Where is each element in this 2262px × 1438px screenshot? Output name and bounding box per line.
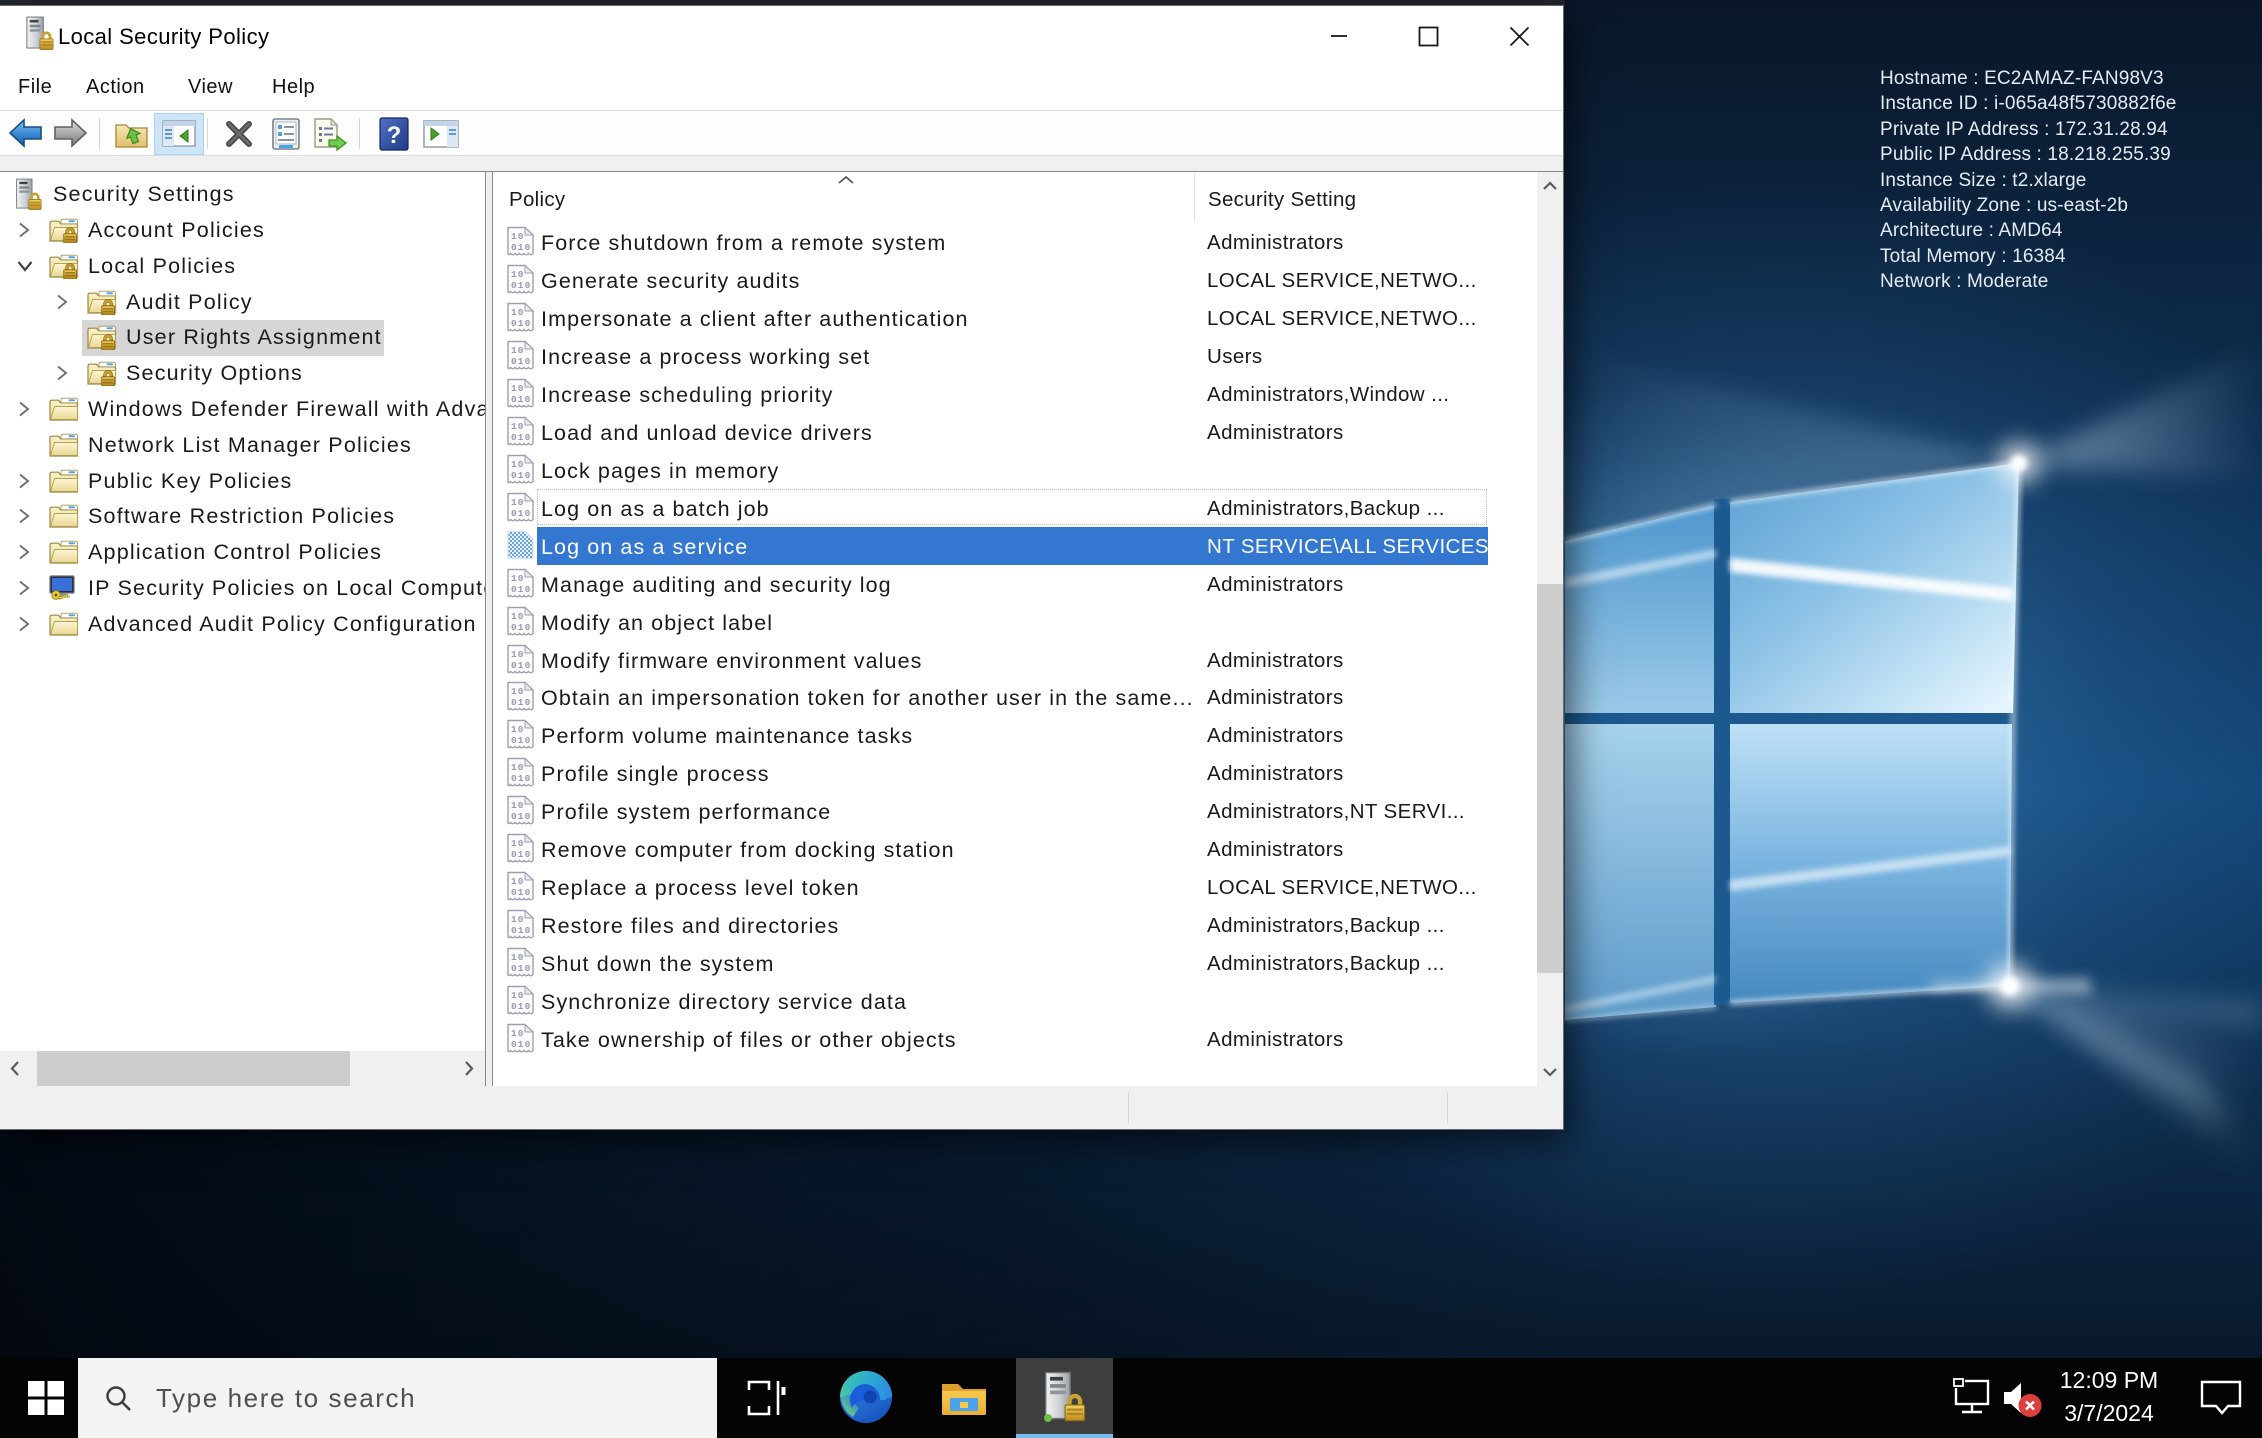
svg-text:010: 010 [511,735,531,746]
svg-text:10: 10 [511,573,525,584]
svg-text:010: 010 [511,773,531,784]
svg-text:10: 10 [511,838,525,849]
svg-text:10: 10 [511,762,525,773]
svg-text:10: 10 [511,421,525,432]
svg-text:10: 10 [511,611,525,622]
svg-text:010: 010 [511,318,531,329]
svg-text:010: 010 [511,849,531,860]
svg-text:010: 010 [511,432,531,443]
svg-text:10: 10 [511,459,525,470]
svg-text:10: 10 [511,307,525,318]
svg-text:10: 10 [511,231,525,242]
svg-text:10: 10 [511,686,525,697]
svg-text:010: 010 [511,584,531,595]
svg-text:010: 010 [511,356,531,367]
svg-text:10: 10 [511,876,525,887]
svg-text:10: 10 [511,952,525,963]
svg-text:010: 010 [511,887,531,898]
svg-text:10: 10 [511,345,525,356]
svg-text:10: 10 [511,990,525,1001]
svg-text:010: 010 [511,242,531,253]
svg-text:010: 010 [511,280,531,291]
svg-text:10: 10 [511,1028,525,1039]
svg-text:010: 010 [511,925,531,936]
svg-text:010: 010 [511,394,531,405]
svg-text:10: 10 [511,800,525,811]
svg-text:10: 10 [511,724,525,735]
svg-text:10: 10 [511,497,525,508]
svg-text:10: 10 [511,649,525,660]
svg-text:010: 010 [511,963,531,974]
svg-text:010: 010 [511,470,531,481]
svg-text:010: 010 [511,697,531,708]
svg-text:10: 10 [511,269,525,280]
svg-text:010: 010 [511,660,531,671]
svg-text:010: 010 [511,622,531,633]
svg-text:010: 010 [511,1001,531,1012]
svg-text:10: 10 [511,383,525,394]
svg-text:010: 010 [511,508,531,519]
svg-text:?: ? [387,122,402,149]
svg-text:10: 10 [511,914,525,925]
svg-text:010: 010 [511,811,531,822]
svg-text:010: 010 [511,1039,531,1050]
